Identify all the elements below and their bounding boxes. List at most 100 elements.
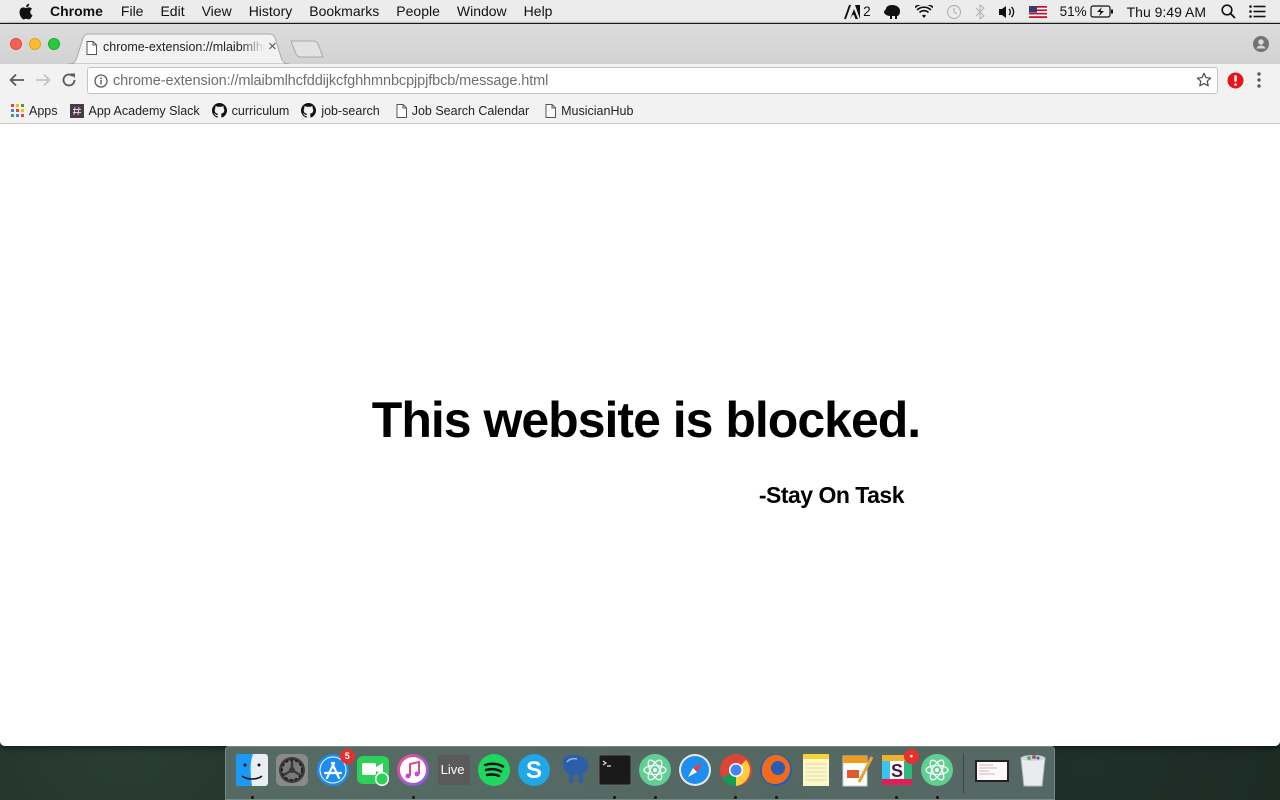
- menu-bookmarks[interactable]: Bookmarks: [309, 3, 379, 19]
- chrome-menu-icon[interactable]: [1256, 71, 1262, 94]
- back-button[interactable]: [9, 72, 25, 88]
- ableton-live-icon: Live: [436, 752, 472, 788]
- dock-chrome[interactable]: [716, 747, 756, 800]
- dock-separator: [963, 753, 965, 793]
- dock-live[interactable]: Live: [433, 747, 473, 800]
- menu-window[interactable]: Window: [457, 3, 507, 19]
- dock-finder[interactable]: [232, 747, 272, 800]
- bookmark-apps[interactable]: Apps: [11, 104, 58, 118]
- status-area: 2 51% Thu 9:49 AM: [844, 0, 1280, 23]
- dock-skype[interactable]: S: [514, 747, 554, 800]
- bookmark-job-search-calendar[interactable]: Job Search Calendar: [396, 103, 530, 118]
- notification-center-icon[interactable]: [1249, 5, 1266, 18]
- menu-history[interactable]: History: [249, 3, 293, 19]
- profile-avatar-icon[interactable]: [1253, 36, 1269, 57]
- apple-menu-icon[interactable]: [18, 3, 36, 20]
- bookmark-app-academy-slack[interactable]: App Academy Slack: [69, 103, 200, 118]
- volume-icon[interactable]: [998, 5, 1016, 19]
- live-label: Live: [440, 762, 465, 777]
- battery-status[interactable]: 51%: [1060, 4, 1114, 19]
- dock: 5 Live S S •: [225, 746, 1055, 800]
- github-icon: [301, 103, 317, 118]
- menu-view[interactable]: View: [202, 3, 232, 19]
- dock-postgres[interactable]: [554, 747, 594, 800]
- apps-grid-icon: [11, 104, 24, 117]
- bookmark-label: job-search: [321, 103, 380, 118]
- us-flag-input-icon[interactable]: [1028, 5, 1047, 18]
- window-controls: [10, 38, 67, 50]
- tab-active[interactable]: chrome-extension://mlaibmlhcfddijkcfghhm…: [68, 33, 290, 64]
- bookmarks-bar: Apps App Academy Slack curriculum job-se…: [0, 98, 1280, 124]
- url-text[interactable]: chrome-extension://mlaibmlhcfddijkcfghhm…: [113, 73, 548, 89]
- menu-people[interactable]: People: [396, 3, 440, 19]
- clock[interactable]: Thu 9:49 AM: [1127, 4, 1206, 20]
- dock-itunes[interactable]: [393, 747, 433, 800]
- bookmark-label: Job Search Calendar: [411, 103, 530, 118]
- close-window-button[interactable]: [10, 38, 22, 50]
- menu-edit[interactable]: Edit: [160, 3, 184, 19]
- dock-terminal[interactable]: [595, 747, 635, 800]
- new-tab-button[interactable]: [290, 40, 324, 58]
- atom-icon: [637, 752, 673, 788]
- dock-firefox[interactable]: [756, 747, 796, 800]
- bookmark-curriculum[interactable]: curriculum: [211, 103, 289, 118]
- bookmark-job-search[interactable]: job-search: [301, 103, 380, 118]
- dock-atom[interactable]: [635, 747, 675, 800]
- address-bar[interactable]: chrome-extension://mlaibmlhcfddijkcfghhm…: [87, 67, 1218, 94]
- dock-notes[interactable]: [796, 747, 836, 800]
- evernote-elephant-icon[interactable]: [883, 4, 902, 19]
- dock-atom-beta[interactable]: [917, 747, 957, 800]
- menu-app-chrome[interactable]: Chrome: [50, 3, 103, 19]
- stay-on-task-extension-icon[interactable]: [1227, 72, 1244, 94]
- page-favicon-icon: [86, 41, 97, 60]
- pages-icon: [839, 752, 875, 788]
- running-indicator: [653, 796, 657, 799]
- dock-pages[interactable]: [836, 747, 876, 800]
- github-icon: [211, 103, 227, 118]
- dock-safari[interactable]: [675, 747, 715, 800]
- safari-compass-icon: [677, 752, 713, 788]
- spotlight-search-icon[interactable]: [1221, 4, 1236, 19]
- dock-slack[interactable]: S •: [877, 747, 919, 800]
- dock-app-store[interactable]: 5: [313, 747, 355, 800]
- bluetooth-icon[interactable]: [975, 3, 985, 20]
- battery-charging-icon: [1090, 5, 1113, 18]
- bookmark-label: MusicianHub: [561, 103, 634, 118]
- notes-icon: [798, 752, 834, 788]
- adobe-cc-status[interactable]: 2: [844, 4, 871, 19]
- dock-trash[interactable]: [1013, 747, 1053, 800]
- dock-facetime[interactable]: [353, 747, 393, 800]
- bookmark-musicianhub[interactable]: MusicianHub: [545, 103, 634, 118]
- gear-icon: [274, 752, 310, 788]
- page-content: This website is blocked. -Stay On Task: [0, 125, 1280, 746]
- battery-percent: 51%: [1059, 4, 1087, 19]
- dock-spotify[interactable]: [474, 747, 514, 800]
- dock-system-preferences[interactable]: [272, 747, 312, 800]
- minimize-window-button[interactable]: [29, 38, 41, 50]
- running-indicator: [774, 796, 778, 799]
- forward-button[interactable]: [35, 72, 51, 88]
- spotify-icon: [476, 752, 512, 788]
- site-info-icon[interactable]: [94, 73, 108, 88]
- svg-text:S: S: [891, 761, 903, 781]
- adobe-count: 2: [863, 4, 871, 19]
- browser-toolbar: chrome-extension://mlaibmlhcfddijkcfghhm…: [0, 64, 1280, 98]
- tab-close-button[interactable]: ×: [268, 39, 277, 55]
- trash-icon: [1015, 752, 1051, 788]
- menu-file[interactable]: File: [121, 3, 144, 19]
- tab-strip: chrome-extension://mlaibmlhcfddijkcfghhm…: [0, 24, 1280, 64]
- dock-screenshot-preview[interactable]: [972, 747, 1012, 800]
- menu-help[interactable]: Help: [524, 3, 553, 19]
- finder-icon: [234, 752, 270, 788]
- atom-icon: [919, 752, 955, 788]
- svg-text:S: S: [526, 757, 542, 784]
- running-indicator: [411, 796, 415, 799]
- bookmark-star-icon[interactable]: [1196, 72, 1212, 93]
- time-machine-icon[interactable]: [946, 4, 962, 20]
- fullscreen-window-button[interactable]: [48, 38, 60, 50]
- tab-title: chrome-extension://mlaibmlhcfddijkcfghhm…: [103, 40, 265, 54]
- menu-bar: Chrome File Edit View History Bookmarks …: [0, 0, 1280, 23]
- reload-button[interactable]: [61, 72, 77, 88]
- running-indicator: [734, 796, 738, 799]
- wifi-icon[interactable]: [914, 4, 933, 19]
